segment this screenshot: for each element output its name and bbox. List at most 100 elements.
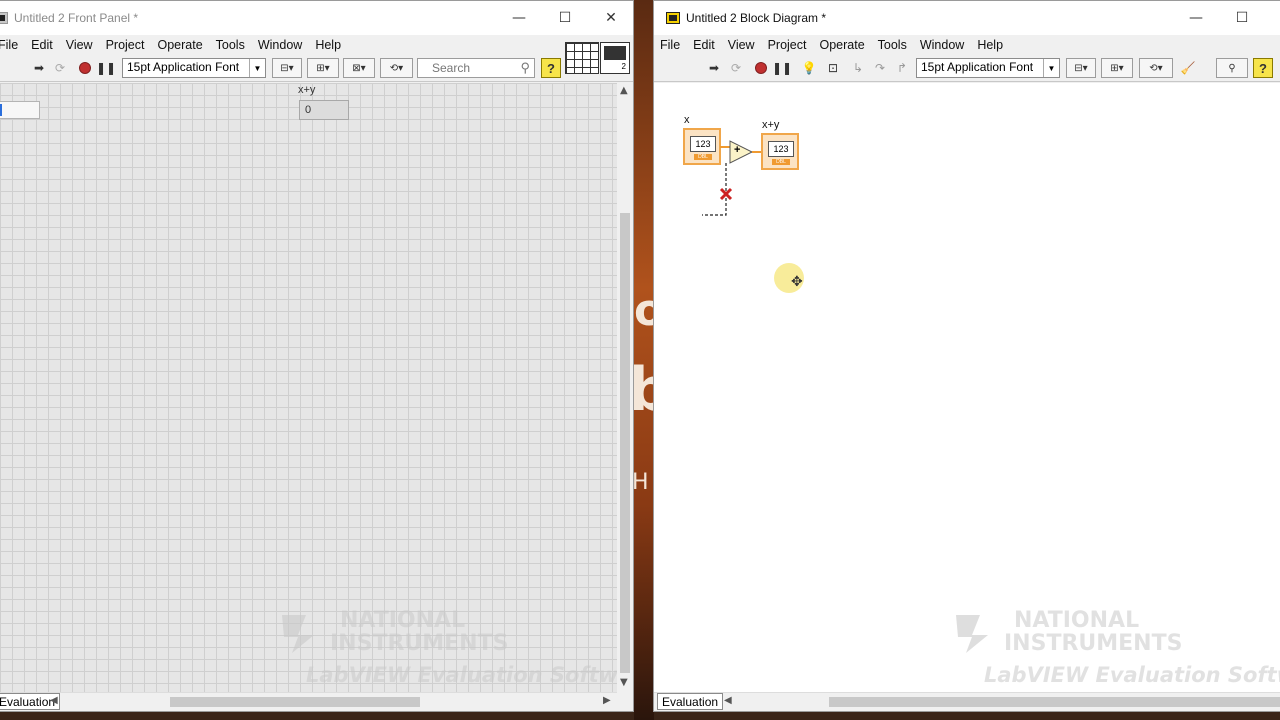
pause-icon[interactable]: ❚❚ [772,58,792,78]
ni-logo-icon [282,615,314,653]
indicator-label: x+y [298,84,316,96]
run-arrow-icon[interactable]: ➡ [704,58,724,78]
reorder-button[interactable]: ⟲▾ [1139,58,1173,78]
align-objects-button[interactable]: ⊟▾ [1066,58,1096,78]
menu-view[interactable]: View [728,38,755,52]
scroll-up-icon[interactable]: ▲ [620,85,628,96]
run-continuously-icon[interactable]: ⟳ [50,58,70,78]
terminal-type-badge: DBL [694,154,712,160]
menu-bar: File Edit View Project Operate Tools Win… [0,35,633,55]
minimize-button[interactable]: — [1173,5,1219,31]
cleanup-diagram-icon[interactable]: 🧹 [1176,58,1200,78]
menu-tools[interactable]: Tools [216,38,245,52]
highlight-execution-icon[interactable]: 💡 [799,58,819,78]
front-panel-canvas[interactable]: x+y 0 NATIONAL INSTRUMENTS LabVIEW Evalu… [0,83,617,692]
run-continuously-icon[interactable]: ⟳ [726,58,746,78]
step-into-icon[interactable]: ↳ [848,58,868,78]
block-diagram-toolbar: ➡ ⟳ ❚❚ 💡 ⊡ ↳ ↷ ↱ 15pt Application Font ▼… [654,56,1280,82]
window-title: Untitled 2 Block Diagram * [686,11,827,25]
abort-icon[interactable] [751,58,771,78]
search-placeholder: Search [432,61,471,75]
pause-icon[interactable]: ❚❚ [96,58,116,78]
menu-operate[interactable]: Operate [819,38,864,52]
run-arrow-icon[interactable]: ➡ [29,58,49,78]
help-icon[interactable]: ? [541,58,561,78]
scroll-left-icon[interactable]: ◀ [724,695,732,706]
chevron-down-icon: ▼ [249,59,265,77]
add-symbol: + [734,144,741,156]
menu-help[interactable]: Help [315,38,341,52]
menu-project[interactable]: Project [106,38,145,52]
vertical-scroll-thumb[interactable] [620,213,630,673]
status-label: Evaluation [657,693,724,710]
terminal-numeric-display: 123 [768,141,794,157]
search-icon[interactable]: ⚲ [1216,58,1248,78]
menu-tools[interactable]: Tools [878,38,907,52]
abort-icon[interactable] [75,58,95,78]
menu-project[interactable]: Project [768,38,807,52]
horizontal-scrollbar[interactable]: Evaluation ◀ [654,692,1280,710]
menu-window[interactable]: Window [258,38,302,52]
watermark-line1: NATIONAL [340,608,466,633]
front-panel-toolbar: ➡ ⟳ ❚❚ 15pt Application Font ▼ ⊟▾ ⊞▾ ⊠▾ … [0,42,633,82]
maximize-button[interactable]: ☐ [1219,5,1265,31]
resize-objects-button[interactable]: ⊠▾ [343,58,375,78]
distribute-objects-button[interactable]: ⊞▾ [1101,58,1133,78]
menu-window[interactable]: Window [920,38,964,52]
menu-file[interactable]: File [0,38,18,52]
menu-help[interactable]: Help [977,38,1003,52]
menu-edit[interactable]: Edit [31,38,53,52]
minimize-button[interactable]: — [496,5,542,31]
vertical-scrollbar[interactable]: ▲ ▼ [617,83,633,692]
labview-vi-icon [0,12,8,24]
menu-view[interactable]: View [66,38,93,52]
help-icon[interactable]: ? [1253,58,1273,78]
window-title: Untitled 2 Front Panel * [14,11,139,25]
wiring-cursor-icon: ✥ [791,274,803,290]
indicator-terminal-x-plus-y[interactable]: 123 DBL [761,133,799,170]
menu-edit[interactable]: Edit [693,38,715,52]
watermark-line3: LabVIEW Evaluation Software [306,663,617,687]
indicator-label: x+y [762,119,780,131]
scroll-down-icon[interactable]: ▼ [620,677,628,688]
scroll-right-icon[interactable]: ▶ [603,695,611,706]
watermark-line3: LabVIEW Evaluation Software [984,663,1280,687]
font-selector-value: 15pt Application Font [921,60,1034,74]
desktop-background: o b H [634,0,654,720]
watermark-line2: INSTRUMENTS [330,631,509,656]
retain-wire-values-icon[interactable]: ⊡ [823,58,843,78]
maximize-button[interactable]: ☐ [542,5,588,31]
step-out-icon[interactable]: ↱ [892,58,912,78]
font-selector[interactable]: 15pt Application Font ▼ [122,58,266,78]
control-terminal-x[interactable]: 123 DBL [683,128,721,165]
step-over-icon[interactable]: ↷ [870,58,890,78]
block-diagram-canvas[interactable]: x 123 DBL + x+y 123 DBL ✥ NATIONAL INSTR… [654,83,1280,692]
vi-icon[interactable]: 2 [600,42,630,74]
watermark-line1: NATIONAL [1014,608,1140,633]
horizontal-scrollbar[interactable]: Evaluation ◀ ▶ [0,692,617,710]
menu-bar: File Edit View Project Operate Tools Win… [654,35,1280,55]
reorder-button[interactable]: ⟲▾ [380,58,413,78]
block-diagram-window: Untitled 2 Block Diagram * — ☐ File Edit… [653,0,1280,712]
menu-file[interactable]: File [660,38,680,52]
close-button[interactable]: ✕ [588,5,633,31]
search-icon[interactable]: ⚲ [520,60,530,76]
control-label: x [684,114,690,126]
scroll-left-icon[interactable]: ◀ [50,695,58,706]
distribute-objects-button[interactable]: ⊞▾ [307,58,339,78]
ni-logo-icon [956,615,988,653]
block-diagram-titlebar[interactable]: Untitled 2 Block Diagram * — ☐ [654,1,1280,35]
numeric-control-x[interactable] [0,101,40,119]
broken-wire[interactable] [698,163,738,219]
connector-pane-icon[interactable] [565,42,599,74]
front-panel-window: Untitled 2 Front Panel * — ☐ ✕ File Edit… [0,0,634,712]
front-panel-titlebar[interactable]: Untitled 2 Front Panel * — ☐ ✕ [0,1,633,35]
terminal-numeric-display: 123 [690,136,716,152]
font-selector[interactable]: 15pt Application Font ▼ [916,58,1060,78]
align-objects-button[interactable]: ⊟▾ [272,58,302,78]
horizontal-scroll-thumb[interactable] [829,697,1280,707]
search-input[interactable]: Search ⚲ [417,58,535,78]
numeric-indicator-x-plus-y: 0 [299,100,349,120]
menu-operate[interactable]: Operate [157,38,202,52]
horizontal-scroll-thumb[interactable] [170,697,420,707]
